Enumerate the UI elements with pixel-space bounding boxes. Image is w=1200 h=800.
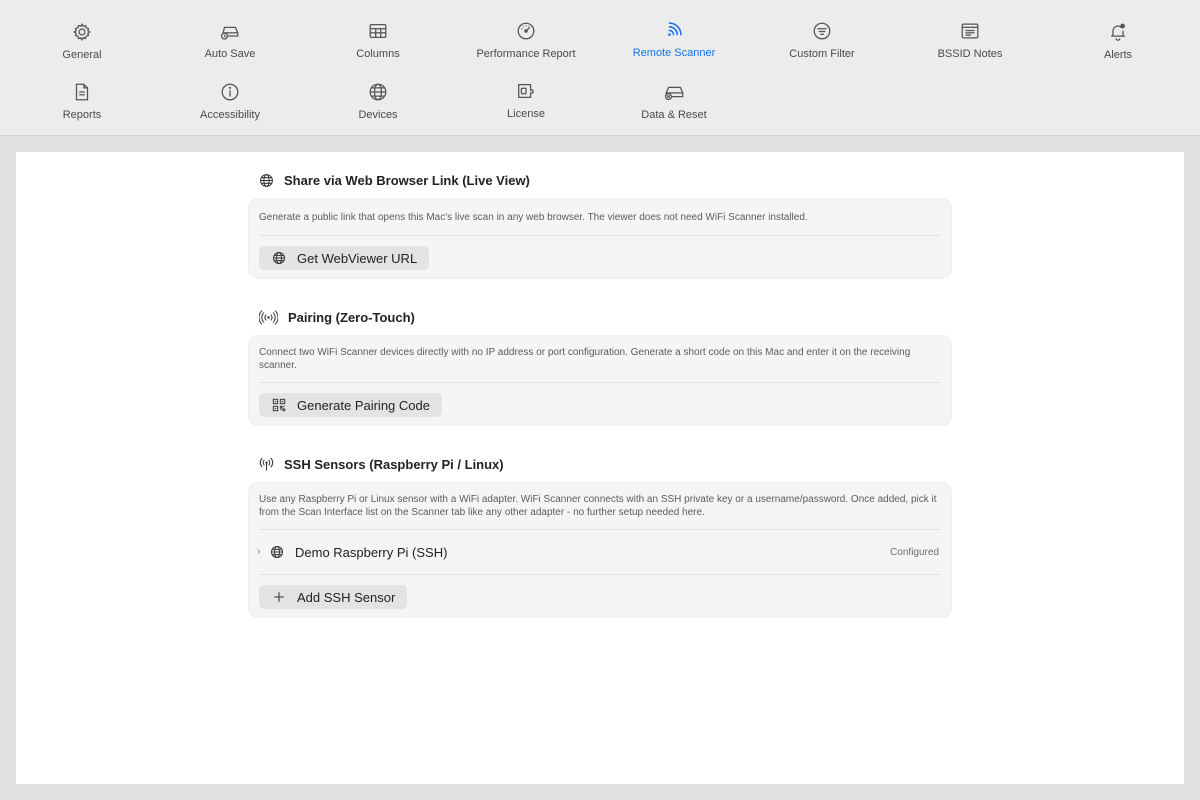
globe-icon	[271, 250, 287, 266]
globe-icon	[366, 80, 390, 104]
tab-remote-scanner-label: Remote Scanner	[632, 47, 716, 59]
get-webviewer-url-button[interactable]: Get WebViewer URL	[259, 246, 430, 270]
ssh-title: SSH Sensors (Raspberry Pi / Linux)	[284, 456, 504, 472]
tab-alerts[interactable]: Alerts	[1044, 20, 1192, 70]
tab-bssid-notes[interactable]: BSSID Notes	[896, 19, 1044, 69]
table-icon	[366, 19, 390, 43]
pairing-card: Connect two WiFi Scanner devices directl…	[248, 335, 952, 426]
divider	[259, 574, 941, 575]
wifi-signal-icon	[662, 18, 686, 42]
divider	[259, 235, 941, 236]
tab-bssid-notes-label: BSSID Notes	[937, 48, 1003, 60]
generate-pairing-code-label: Generate Pairing Code	[297, 397, 430, 413]
tab-auto-save[interactable]: Auto Save	[156, 19, 304, 69]
tab-reports[interactable]: Reports	[8, 80, 156, 130]
ssh-description: Use any Raspberry Pi or Linux sensor wit…	[259, 494, 937, 518]
tab-license[interactable]: License	[452, 79, 600, 129]
bell-icon	[1106, 20, 1130, 44]
ssh-sensor-status: Configured	[890, 546, 939, 558]
tab-columns-label: Columns	[356, 48, 400, 60]
ssh-section-header: SSH Sensors (Raspberry Pi / Linux)	[258, 456, 504, 472]
generate-pairing-code-button[interactable]: Generate Pairing Code	[259, 393, 442, 417]
web-share-section-header: Share via Web Browser Link (Live View)	[258, 172, 530, 188]
tab-custom-filter[interactable]: Custom Filter	[748, 19, 896, 69]
tab-general-label: General	[62, 49, 102, 61]
globe-icon	[258, 172, 274, 188]
filter-icon	[810, 19, 834, 43]
preferences-toolbar: General Auto Save Columns Performance Re…	[0, 0, 1200, 136]
web-share-title: Share via Web Browser Link (Live View)	[284, 172, 530, 188]
tab-auto-save-label: Auto Save	[204, 48, 256, 60]
tab-accessibility[interactable]: Accessibility	[156, 80, 304, 130]
tab-remote-scanner[interactable]: Remote Scanner	[600, 18, 748, 68]
tab-performance-report-label: Performance Report	[476, 48, 576, 60]
ssh-sensor-name: Demo Raspberry Pi (SSH)	[295, 544, 448, 560]
plus-icon	[271, 589, 287, 605]
ssh-card: Use any Raspberry Pi or Linux sensor wit…	[248, 482, 952, 618]
tab-data-reset-label: Data & Reset	[641, 109, 707, 121]
divider	[259, 382, 941, 383]
broadcast-icon	[258, 309, 278, 325]
tab-alerts-label: Alerts	[1103, 49, 1133, 61]
antenna-icon	[258, 456, 274, 472]
tab-devices[interactable]: Devices	[304, 80, 452, 130]
pairing-section-header: Pairing (Zero-Touch)	[258, 309, 415, 325]
tab-general[interactable]: General	[8, 20, 156, 70]
document-icon	[70, 80, 94, 104]
get-webviewer-url-label: Get WebViewer URL	[297, 250, 418, 266]
tab-devices-label: Devices	[358, 109, 398, 121]
web-share-card: Generate a public link that opens this M…	[248, 198, 952, 279]
add-ssh-sensor-label: Add SSH Sensor	[297, 589, 396, 605]
tab-accessibility-label: Accessibility	[200, 109, 260, 121]
globe-network-icon	[269, 544, 285, 560]
web-share-description: Generate a public link that opens this M…	[259, 212, 808, 223]
tab-reports-label: Reports	[62, 109, 102, 121]
drive-clock-icon	[218, 19, 242, 43]
drive-reset-icon	[662, 80, 686, 104]
tab-license-label: License	[507, 108, 545, 120]
tab-data-reset[interactable]: Data & Reset	[600, 80, 748, 130]
tab-custom-filter-label: Custom Filter	[789, 48, 855, 60]
notes-icon	[958, 19, 982, 43]
ssh-sensor-row[interactable]: › Demo Raspberry Pi (SSH) Configured	[257, 540, 939, 564]
tab-columns[interactable]: Columns	[304, 19, 452, 69]
license-icon	[514, 79, 538, 103]
gauge-icon	[514, 19, 538, 43]
add-ssh-sensor-button[interactable]: Add SSH Sensor	[259, 585, 408, 609]
pairing-description: Connect two WiFi Scanner devices directl…	[259, 347, 911, 371]
remote-scanner-pane: Share via Web Browser Link (Live View) G…	[16, 152, 1184, 784]
gear-icon	[70, 20, 94, 44]
accessibility-icon	[218, 80, 242, 104]
qr-code-icon	[271, 397, 287, 413]
chevron-right-icon[interactable]: ›	[257, 546, 267, 558]
tab-performance-report[interactable]: Performance Report	[452, 19, 600, 69]
divider	[259, 529, 941, 530]
pairing-title: Pairing (Zero-Touch)	[288, 309, 415, 325]
